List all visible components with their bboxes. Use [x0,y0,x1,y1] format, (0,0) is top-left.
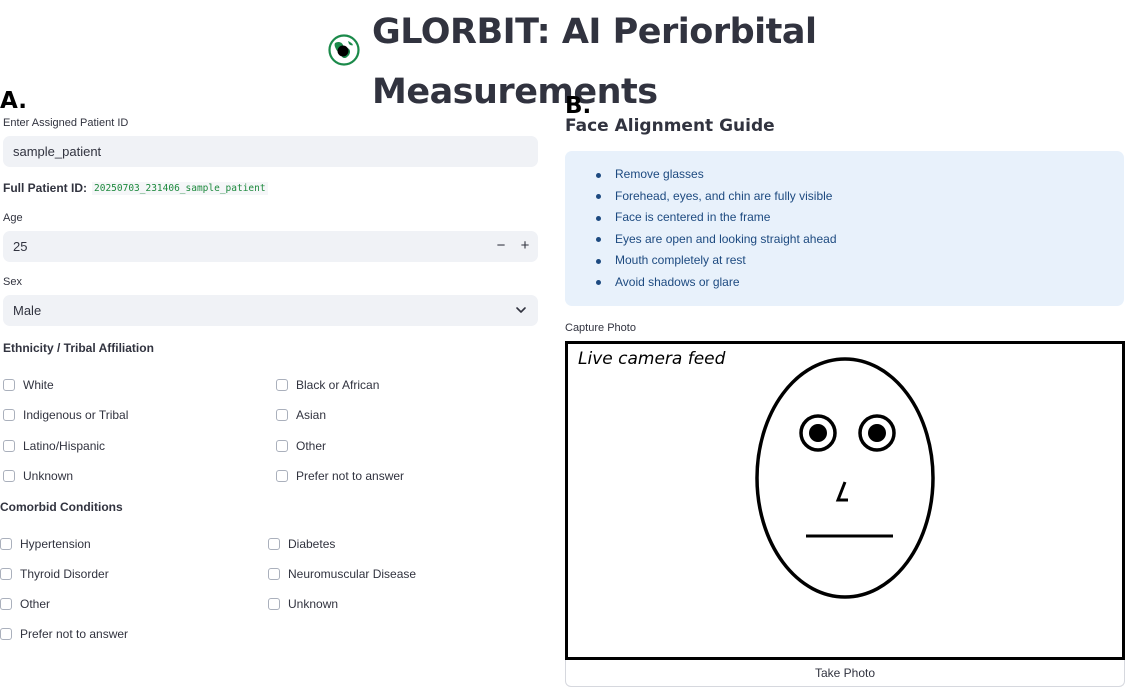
full-patient-id-value: 20250703_231406_sample_patient [92,181,268,195]
chevron-down-icon[interactable] [514,303,528,317]
face-alignment-guide-title: Face Alignment Guide [565,116,775,136]
take-photo-button[interactable]: Take Photo [565,660,1125,687]
checkbox-label: White [23,378,54,392]
checkbox-box[interactable] [276,440,288,452]
checkbox-diabetes[interactable]: Diabetes [268,537,335,551]
full-patient-id: Full Patient ID: 20250703_231406_sample_… [3,181,268,195]
checkbox-label: Neuromuscular Disease [288,567,417,581]
globe-icon [328,34,360,66]
guide-item: Face is centered in the frame [596,207,1124,229]
checkbox-label: Black or African [296,378,380,392]
checkbox-box[interactable] [276,379,288,391]
sex-select[interactable]: Male [3,295,538,326]
checkbox-prefer-not-to-answer[interactable]: Prefer not to answer [276,469,404,483]
checkbox-box[interactable] [3,440,15,452]
sex-label: Sex [3,276,22,288]
checkbox-label: Latino/Hispanic [23,439,106,453]
face-alignment-guide: Remove glasses Forehead, eyes, and chin … [565,151,1124,306]
checkbox-indigenous-or-tribal[interactable]: Indigenous or Tribal [3,408,128,422]
guide-list: Remove glasses Forehead, eyes, and chin … [596,164,1124,294]
checkbox-box[interactable] [0,568,12,580]
checkbox-box[interactable] [0,538,12,550]
nose [835,481,848,502]
checkbox-box[interactable] [0,628,12,640]
checkbox-hypertension[interactable]: Hypertension [0,537,91,551]
checkbox-other[interactable]: Other [276,439,326,453]
panel-b-letter: B. [565,93,592,119]
full-patient-id-label: Full Patient ID: [3,181,87,195]
camera-feed[interactable]: Live camera feed [565,341,1125,660]
age-decrement-button[interactable]: − [494,238,508,253]
checkbox-comorbid-prefer-not-to-answer[interactable]: Prefer not to answer [0,627,128,641]
checkbox-asian[interactable]: Asian [276,408,326,422]
checkbox-label: Other [20,597,51,611]
checkbox-label: Hypertension [20,537,91,551]
checkbox-white[interactable]: White [3,378,54,392]
checkbox-label: Unknown [23,469,74,483]
checkbox-box[interactable] [268,568,280,580]
checkbox-label: Thyroid Disorder [20,567,109,581]
checkbox-box[interactable] [268,598,280,610]
checkbox-box[interactable] [276,470,288,482]
checkbox-label: Diabetes [288,537,336,551]
checkbox-thyroid-disorder[interactable]: Thyroid Disorder [0,567,109,581]
patient-id-input[interactable]: sample_patient [3,136,538,167]
panel-a-letter: A. [0,88,27,114]
checkbox-latino-hispanic[interactable]: Latino/Hispanic [3,439,105,453]
face-guide-overlay [755,357,935,599]
checkbox-label: Indigenous or Tribal [23,408,129,422]
comorbid-title: Comorbid Conditions [0,500,123,514]
capture-photo-label: Capture Photo [565,322,636,334]
checkbox-box[interactable] [276,409,288,421]
guide-item: Forehead, eyes, and chin are fully visib… [596,186,1124,208]
age-value[interactable]: 25 [13,239,27,254]
page-title-line1: GLORBIT: AI Periorbital [372,12,817,52]
checkbox-comorbid-unknown[interactable]: Unknown [268,597,338,611]
checkbox-comorbid-other[interactable]: Other [0,597,50,611]
guide-item: Eyes are open and looking straight ahead [596,229,1124,251]
ethnicity-title: Ethnicity / Tribal Affiliation [3,341,154,355]
checkbox-label: Other [296,439,327,453]
checkbox-neuromuscular-disease[interactable]: Neuromuscular Disease [268,567,416,581]
checkbox-label: Prefer not to answer [20,627,129,641]
guide-item: Remove glasses [596,164,1124,186]
checkbox-label: Prefer not to answer [296,469,405,483]
checkbox-label: Asian [296,408,327,422]
patient-id-label: Enter Assigned Patient ID [3,117,129,129]
checkbox-box[interactable] [3,379,15,391]
checkbox-box[interactable] [0,598,12,610]
sex-selected-value: Male [13,303,42,318]
checkbox-black-or-african[interactable]: Black or African [276,378,379,392]
guide-item: Mouth completely at rest [596,250,1124,272]
age-field[interactable]: 25 [3,231,538,262]
checkbox-box[interactable] [3,470,15,482]
page-title: GLORBIT: AI Periorbital Measurements [372,2,832,122]
age-label: Age [3,212,23,224]
checkbox-box[interactable] [3,409,15,421]
guide-item: Avoid shadows or glare [596,272,1124,294]
checkbox-box[interactable] [268,538,280,550]
checkbox-label: Unknown [288,597,339,611]
checkbox-unknown[interactable]: Unknown [3,469,73,483]
age-increment-button[interactable]: + [518,238,532,253]
page-title-line2: Measurements [372,72,658,112]
